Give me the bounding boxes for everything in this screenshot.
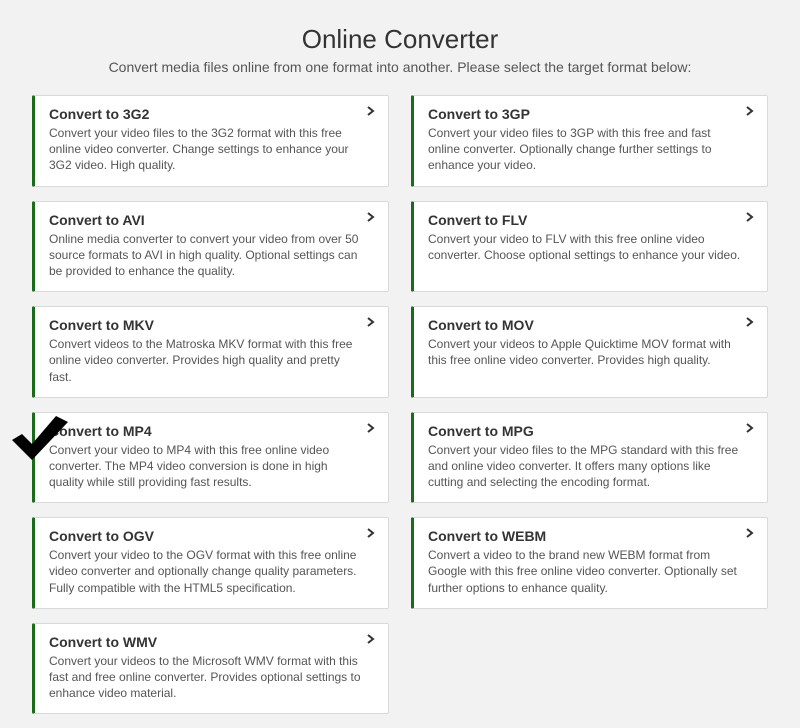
card-description: Convert your videos to Apple Quicktime M… [428, 336, 753, 368]
card-description: Convert your video files to the MPG stan… [428, 442, 753, 491]
card-convert-mov[interactable]: Convert to MOV Convert your videos to Ap… [411, 306, 768, 398]
card-description: Convert your videos to the Microsoft WMV… [49, 653, 374, 702]
card-title: Convert to FLV [428, 212, 753, 228]
card-description: Convert videos to the Matroska MKV forma… [49, 336, 374, 385]
card-convert-webm[interactable]: Convert to WEBM Convert a video to the b… [411, 517, 768, 609]
card-convert-3g2[interactable]: Convert to 3G2 Convert your video files … [32, 95, 389, 187]
card-description: Convert your video files to 3GP with thi… [428, 125, 753, 174]
card-convert-mpg[interactable]: Convert to MPG Convert your video files … [411, 412, 768, 504]
card-title: Convert to WEBM [428, 528, 753, 544]
card-convert-mp4[interactable]: Convert to MP4 Convert your video to MP4… [32, 412, 389, 504]
card-title: Convert to AVI [49, 212, 374, 228]
card-title: Convert to 3G2 [49, 106, 374, 122]
card-title: Convert to MP4 [49, 423, 374, 439]
card-convert-flv[interactable]: Convert to FLV Convert your video to FLV… [411, 201, 768, 293]
card-title: Convert to MOV [428, 317, 753, 333]
card-convert-wmv[interactable]: Convert to WMV Convert your videos to th… [32, 623, 389, 715]
card-description: Convert your video to the OGV format wit… [49, 547, 374, 596]
card-title: Convert to 3GP [428, 106, 753, 122]
card-title: Convert to MPG [428, 423, 753, 439]
card-convert-mkv[interactable]: Convert to MKV Convert videos to the Mat… [32, 306, 389, 398]
card-title: Convert to OGV [49, 528, 374, 544]
card-title: Convert to MKV [49, 317, 374, 333]
format-grid: Convert to 3G2 Convert your video files … [32, 95, 768, 714]
card-title: Convert to WMV [49, 634, 374, 650]
page-container: Online Converter Convert media files onl… [0, 0, 800, 728]
page-title: Online Converter [32, 24, 768, 55]
page-subtitle: Convert media files online from one form… [32, 59, 768, 75]
card-convert-3gp[interactable]: Convert to 3GP Convert your video files … [411, 95, 768, 187]
card-description: Convert your video files to the 3G2 form… [49, 125, 374, 174]
card-description: Online media converter to convert your v… [49, 231, 374, 280]
card-description: Convert a video to the brand new WEBM fo… [428, 547, 753, 596]
card-description: Convert your video to MP4 with this free… [49, 442, 374, 491]
card-convert-avi[interactable]: Convert to AVI Online media converter to… [32, 201, 389, 293]
card-description: Convert your video to FLV with this free… [428, 231, 753, 263]
card-convert-ogv[interactable]: Convert to OGV Convert your video to the… [32, 517, 389, 609]
